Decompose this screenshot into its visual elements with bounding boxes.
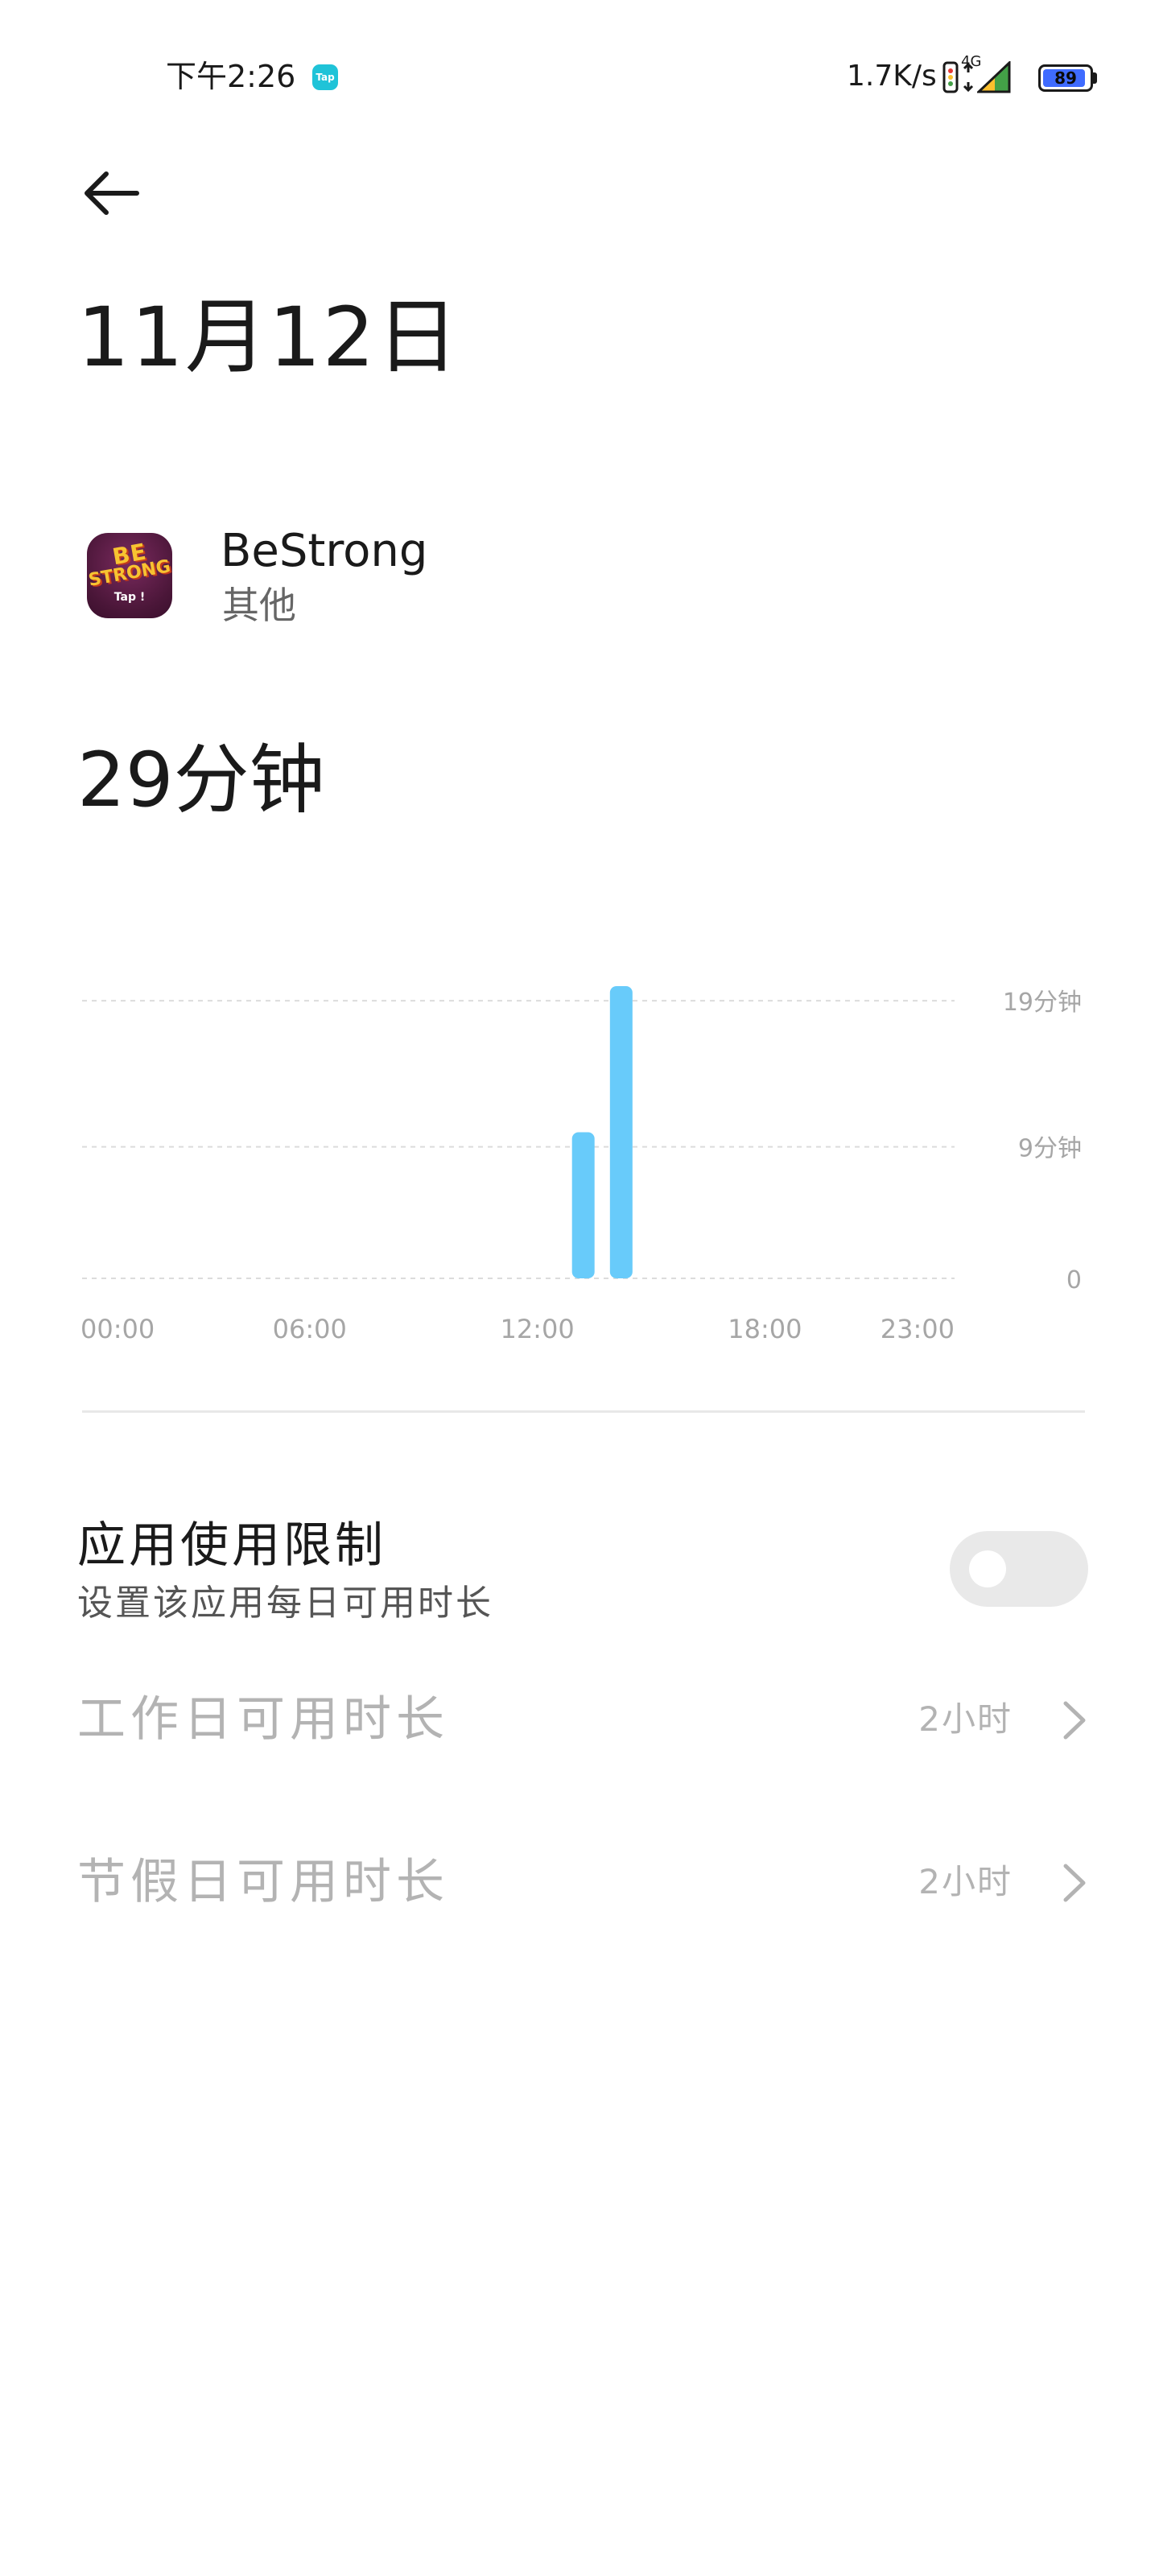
network-speed: 1.7K/s <box>847 60 937 93</box>
arrow-left-icon <box>85 171 139 215</box>
toggle-knob <box>969 1550 1006 1587</box>
x-tick-label: 18:00 <box>728 1314 802 1344</box>
usage-bar <box>609 986 633 1278</box>
holiday-limit-label: 节假日可用时长 <box>77 1854 449 1910</box>
usage-limit-title: 应用使用限制 <box>77 1517 386 1574</box>
app-icon-text-bottom: Tap ! <box>113 591 146 604</box>
x-tick-label: 23:00 <box>881 1314 955 1344</box>
status-bar: 下午2:26 Tap 1.7K/s 4G 89 <box>0 0 1159 161</box>
usage-bar-chart: 19分钟 9分钟 0 00:00 06:00 12:00 18:00 23:00 <box>80 986 1082 1344</box>
app-usage-detail-screen: 下午2:26 Tap 1.7K/s 4G 89 11月12日 BE STRONG… <box>0 0 1159 2576</box>
holiday-limit-row[interactable]: 节假日可用时长 2小时 <box>0 1834 1159 1930</box>
divider <box>82 1410 1085 1413</box>
app-name: BeStrong <box>221 525 428 577</box>
total-usage-time: 29分钟 <box>77 737 325 824</box>
y-tick-label: 0 <box>1066 1266 1082 1294</box>
battery-icon: 89 <box>1038 64 1093 92</box>
holiday-limit-value: 2小时 <box>918 1862 1013 1901</box>
app-icon: BE STRONG Tap ! <box>87 533 172 618</box>
chevron-right-icon <box>1063 1864 1086 1902</box>
weekday-limit-label: 工作日可用时长 <box>77 1691 449 1748</box>
signal-icon <box>977 61 1011 93</box>
y-tick-label: 19分钟 <box>1003 989 1082 1017</box>
chevron-right-icon <box>1063 1701 1086 1740</box>
back-button[interactable] <box>71 161 151 225</box>
app-category: 其他 <box>222 584 296 627</box>
x-tick-label: 06:00 <box>273 1314 347 1344</box>
weekday-limit-row[interactable]: 工作日可用时长 2小时 <box>0 1671 1159 1768</box>
y-tick-label: 9分钟 <box>1018 1135 1082 1163</box>
status-time: 下午2:26 <box>166 59 296 94</box>
tap-notification-icon: Tap <box>312 64 338 90</box>
page-title: 11月12日 <box>77 290 460 386</box>
battery-level: 89 <box>1054 68 1077 88</box>
x-tick-label: 12:00 <box>500 1314 574 1344</box>
x-tick-label: 00:00 <box>80 1314 155 1344</box>
usage-bar <box>571 1132 595 1278</box>
usage-limit-toggle[interactable] <box>950 1531 1088 1607</box>
vibrate-icon <box>942 61 959 93</box>
usage-limit-subtitle: 设置该应用每日可用时长 <box>77 1583 493 1624</box>
weekday-limit-value: 2小时 <box>918 1699 1013 1739</box>
